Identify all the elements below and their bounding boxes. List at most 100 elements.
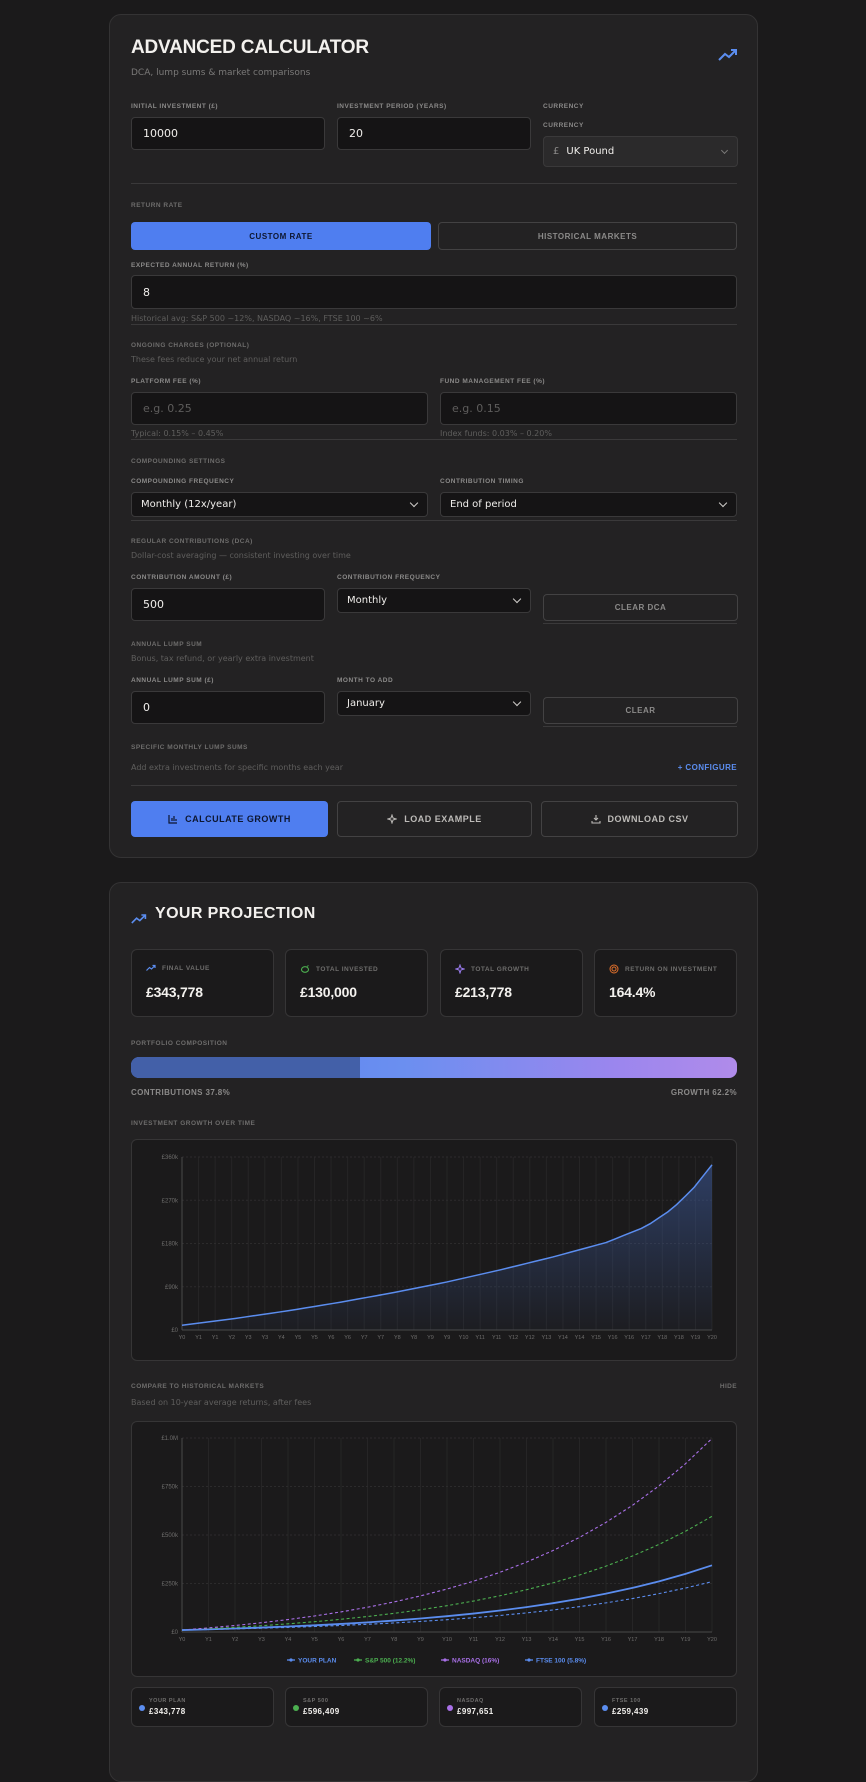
y-tick-label: £0: [171, 1328, 178, 1334]
download-csv-label: DOWNLOAD CSV: [607, 814, 689, 824]
currency-sub-label: CURRENCY: [543, 122, 584, 129]
x-tick-label: Y2: [228, 1335, 235, 1341]
projection-title: YOUR PROJECTION: [155, 905, 316, 922]
x-tick-label: Y17: [641, 1335, 651, 1341]
y-tick-label: £1.0M: [161, 1436, 178, 1442]
x-tick-label: Y9: [444, 1335, 451, 1341]
mini-card-your-plan: YOUR PLAN £343,778: [131, 1687, 274, 1727]
month-to-add-label: MONTH TO ADD: [337, 677, 394, 684]
y-tick-label: £180k: [162, 1242, 179, 1248]
lump-amount-input[interactable]: 0: [131, 691, 325, 724]
growth-chart-label: INVESTMENT GROWTH OVER TIME: [131, 1120, 256, 1127]
target-icon: [609, 964, 619, 974]
ongoing-charges-hint: These fees reduce your net annual return: [131, 355, 298, 364]
divider: [131, 439, 737, 440]
composition-bar: [131, 1057, 737, 1078]
clear-lump-button[interactable]: CLEAR: [543, 697, 738, 724]
calculator-card: ADVANCED CALCULATOR DCA, lump sums & mar…: [109, 14, 758, 858]
currency-select[interactable]: £ UK Pound: [543, 136, 738, 167]
platform-fee-placeholder: e.g. 0.25: [143, 402, 192, 415]
configure-link[interactable]: + CONFIGURE: [670, 763, 737, 772]
compounding-frequency-select[interactable]: Monthly (12x/year): [131, 492, 428, 517]
load-example-button[interactable]: LOAD EXAMPLE: [337, 801, 532, 837]
x-tick-label: Y16: [608, 1335, 618, 1341]
y-tick-label: £0: [171, 1630, 178, 1636]
contribution-timing-value: End of period: [450, 499, 517, 510]
legend-dot: [293, 1705, 299, 1711]
initial-investment-input[interactable]: 10000: [131, 117, 325, 150]
custom-rate-button[interactable]: CUSTOM RATE: [131, 222, 431, 250]
sparkle-icon: [455, 964, 465, 974]
y-tick-label: £500k: [162, 1533, 179, 1539]
expected-return-input[interactable]: 8: [131, 275, 737, 309]
legend-marker: [527, 1658, 531, 1662]
x-tick-label: Y5: [311, 1335, 318, 1341]
chevron-down-icon: [720, 146, 729, 154]
compounding-frequency-value: Monthly (12x/year): [141, 499, 237, 510]
stat-total-invested: TOTAL INVESTED £130,000: [285, 949, 428, 1017]
platform-fee-input[interactable]: e.g. 0.25: [131, 392, 428, 425]
x-tick-label: Y3: [245, 1335, 252, 1341]
initial-investment-label: INITIAL INVESTMENT (£): [131, 103, 219, 110]
x-tick-label: Y7: [364, 1637, 371, 1643]
x-tick-label: Y18: [657, 1335, 667, 1341]
contribution-frequency-select[interactable]: Monthly: [337, 588, 531, 613]
ongoing-charges-label: ONGOING CHARGES (OPTIONAL): [131, 342, 250, 349]
mini-label: S&P 500: [303, 1698, 329, 1704]
download-csv-button[interactable]: DOWNLOAD CSV: [541, 801, 738, 837]
stat-final-value: FINAL VALUE £343,778: [131, 949, 274, 1017]
x-tick-label: Y5: [295, 1335, 302, 1341]
x-tick-label: Y19: [681, 1637, 691, 1643]
divider: [131, 785, 737, 786]
hide-link[interactable]: HIDE: [690, 1383, 737, 1390]
x-tick-label: Y9: [417, 1637, 424, 1643]
x-tick-label: Y14: [558, 1335, 568, 1341]
stat-value: 164.4%: [609, 984, 656, 1000]
load-example-label: LOAD EXAMPLE: [404, 814, 482, 824]
x-tick-label: Y1: [212, 1335, 219, 1341]
x-tick-label: Y13: [522, 1637, 532, 1643]
month-to-add-select[interactable]: January: [337, 691, 531, 716]
x-tick-label: Y20: [707, 1335, 717, 1341]
x-tick-label: Y1: [205, 1637, 212, 1643]
chevron-down-icon: [409, 498, 419, 508]
compare-hint: Based on 10-year average returns, after …: [131, 1398, 312, 1407]
contribution-frequency-value: Monthly: [347, 595, 388, 606]
contributions-segment: [131, 1057, 361, 1078]
composition-label: PORTFOLIO COMPOSITION: [131, 1040, 228, 1047]
clear-dca-button[interactable]: CLEAR DCA: [543, 594, 738, 621]
sparkle-icon: [387, 814, 398, 824]
divider: [543, 623, 737, 624]
x-tick-label: Y11: [469, 1637, 478, 1643]
contribution-frequency-label: CONTRIBUTION FREQUENCY: [337, 574, 441, 581]
x-tick-label: Y6: [328, 1335, 335, 1341]
x-tick-label: Y7: [361, 1335, 368, 1341]
x-tick-label: Y2: [232, 1637, 239, 1643]
x-tick-label: Y14: [548, 1637, 558, 1643]
trending-up-icon: [146, 964, 156, 971]
historical-markets-button[interactable]: HISTORICAL MARKETS: [438, 222, 737, 250]
contribution-timing-select[interactable]: End of period: [440, 492, 737, 517]
legend-marker: [443, 1658, 447, 1662]
divider: [131, 324, 737, 325]
divider: [543, 726, 737, 727]
x-tick-label: Y0: [179, 1335, 186, 1341]
fund-fee-input[interactable]: e.g. 0.15: [440, 392, 737, 425]
investment-period-input[interactable]: 20: [337, 117, 531, 150]
fund-fee-placeholder: e.g. 0.15: [452, 402, 501, 415]
bar-chart-icon: [168, 815, 178, 824]
annual-lump-sum-label: ANNUAL LUMP SUM: [131, 641, 203, 648]
x-tick-label: Y20: [707, 1637, 717, 1643]
y-tick-label: £360k: [162, 1155, 179, 1161]
growth-text: GROWTH 62.2%: [670, 1088, 737, 1097]
calculate-growth-button[interactable]: CALCULATE GROWTH: [131, 801, 328, 837]
piggy-bank-icon: [300, 965, 310, 973]
legend-marker: [356, 1658, 360, 1662]
x-tick-label: Y12: [525, 1335, 535, 1341]
specific-lump-sums-label: SPECIFIC MONTHLY LUMP SUMS: [131, 744, 248, 751]
y-tick-label: £270k: [162, 1198, 179, 1204]
x-tick-label: Y4: [278, 1335, 285, 1341]
y-tick-label: £250k: [162, 1582, 179, 1588]
legend-label: FTSE 100 (5.8%): [536, 1658, 586, 1665]
contribution-amount-input[interactable]: 500: [131, 588, 325, 621]
